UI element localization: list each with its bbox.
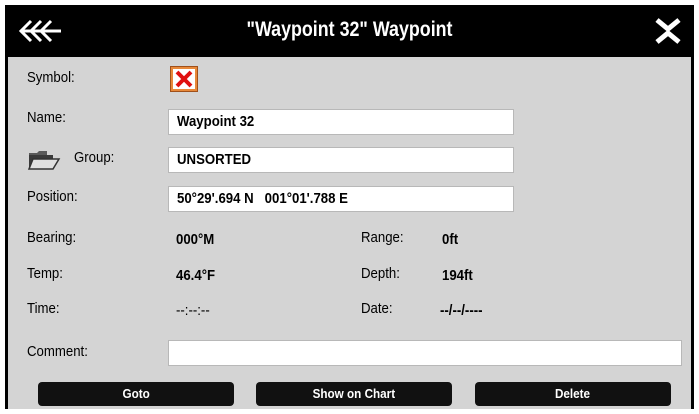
dialog-title: "Waypoint 32" Waypoint <box>246 18 453 41</box>
show-on-chart-button[interactable]: Show on Chart <box>256 382 452 406</box>
depth-label: Depth: <box>361 265 400 282</box>
group-field[interactable]: UNSORTED <box>168 147 514 173</box>
comment-label: Comment: <box>27 343 88 360</box>
delete-button[interactable]: Delete <box>475 382 671 406</box>
time-label: Time: <box>27 300 60 317</box>
name-value: Waypoint 32 <box>177 113 255 130</box>
position-field[interactable]: 50°29'.694 N 001°01'.788 E <box>168 186 514 212</box>
delete-button-label: Delete <box>555 386 591 401</box>
close-button[interactable] <box>654 18 682 44</box>
goto-button[interactable]: Goto <box>38 382 234 406</box>
depth-value: 194ft <box>442 267 473 284</box>
name-label: Name: <box>27 109 66 126</box>
comment-field[interactable] <box>168 340 682 366</box>
name-field[interactable]: Waypoint 32 <box>168 109 514 135</box>
bearing-value: 000°M <box>176 231 215 248</box>
temp-value: 46.4°F <box>176 267 216 284</box>
group-label: Group: <box>74 149 115 166</box>
symbol-label: Symbol: <box>27 69 75 86</box>
group-folder-button[interactable] <box>27 149 63 173</box>
symbol-selector[interactable] <box>170 66 198 92</box>
goto-button-label: Goto <box>122 386 150 401</box>
position-value: 50°29'.694 N 001°01'.788 E <box>177 190 348 207</box>
show-on-chart-button-label: Show on Chart <box>312 386 396 401</box>
date-value: --/--/---- <box>440 302 483 319</box>
time-value: --:--:-- <box>176 302 210 319</box>
folder-icon <box>27 151 61 170</box>
range-label: Range: <box>361 229 404 246</box>
date-label: Date: <box>361 300 393 317</box>
range-value: 0ft <box>442 231 459 248</box>
close-x-icon <box>655 18 681 44</box>
title-bar: "Waypoint 32" Waypoint <box>5 5 694 57</box>
red-x-symbol-icon <box>175 70 193 88</box>
group-value: UNSORTED <box>177 151 252 168</box>
waypoint-dialog: "Waypoint 32" Waypoint Symbol: Name: Way… <box>5 5 694 409</box>
waypoint-details-panel: Symbol: Name: Waypoint 32 Group: UNSORTE… <box>8 57 691 409</box>
bearing-label: Bearing: <box>27 229 77 246</box>
position-label: Position: <box>27 188 78 205</box>
temp-label: Temp: <box>27 265 63 282</box>
